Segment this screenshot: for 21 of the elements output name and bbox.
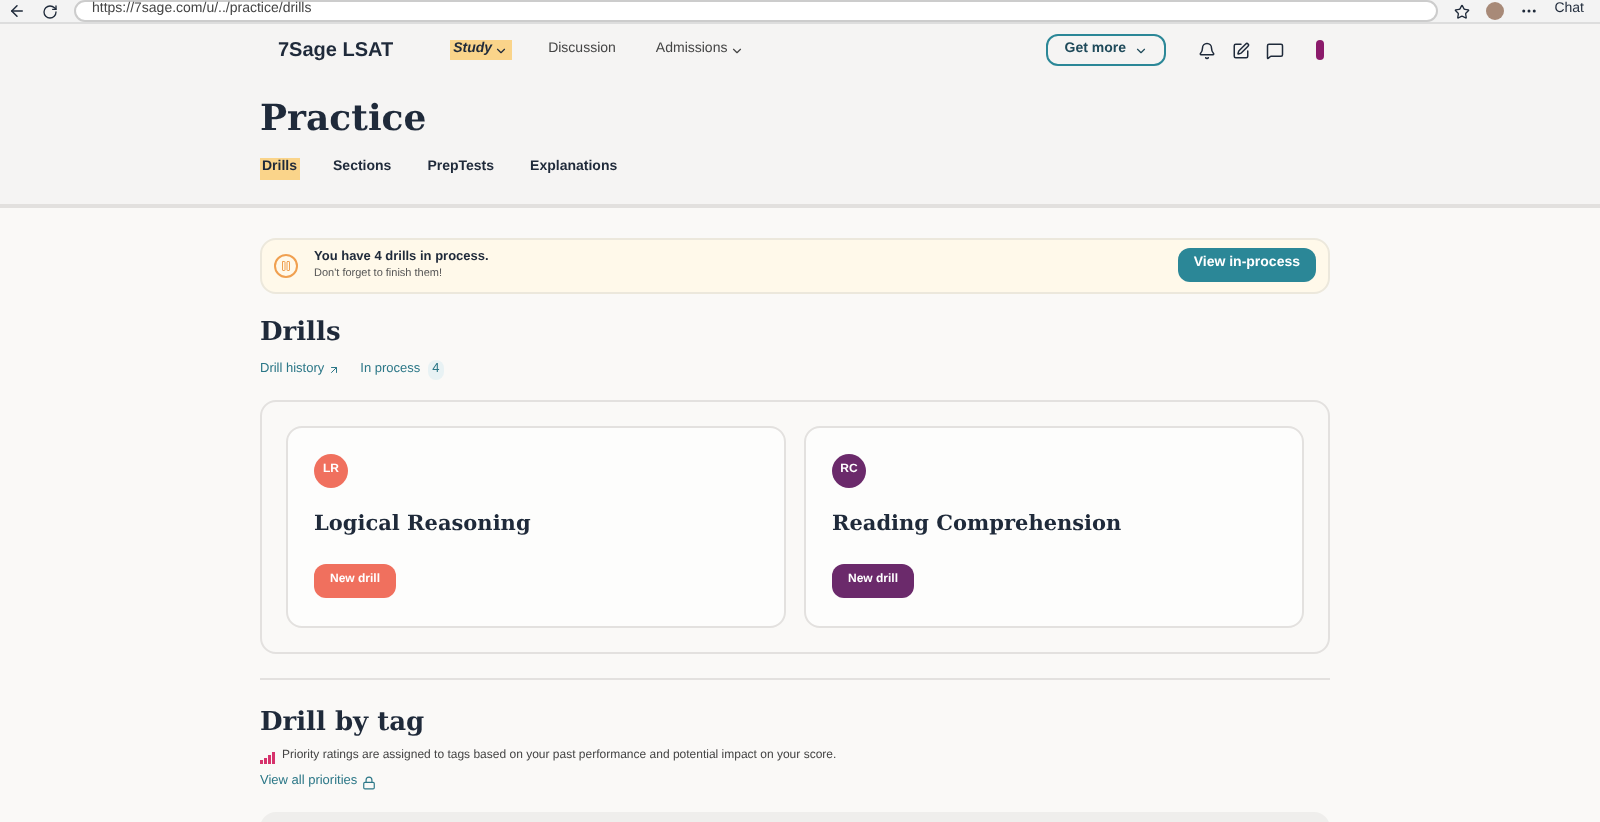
star-icon[interactable]: [1454, 3, 1471, 19]
back-icon[interactable]: [8, 2, 26, 20]
chat-icon[interactable]: [1266, 41, 1284, 59]
reload-icon[interactable]: [42, 3, 58, 19]
lock-icon: [361, 775, 376, 790]
logo[interactable]: 7Sage LSAT: [278, 35, 394, 65]
caret-icon: [1134, 43, 1148, 57]
priority-bars-icon: [260, 751, 276, 764]
card-title: Reading Comprehension: [832, 509, 1122, 540]
pause-icon: [274, 253, 298, 277]
section-title: Drill by tag: [260, 705, 427, 742]
bell-icon[interactable]: [1198, 41, 1216, 59]
card-title: Logical Reasoning: [314, 509, 531, 540]
edit-icon[interactable]: [1232, 41, 1250, 59]
caret-icon: [494, 43, 509, 57]
caret-icon: [729, 43, 744, 57]
section-title: Drills: [260, 315, 343, 351]
external-link-icon: [328, 363, 341, 376]
page-title: Practice: [260, 96, 429, 144]
avatar-icon[interactable]: [1486, 2, 1505, 20]
profile-icon[interactable]: [1316, 40, 1324, 60]
